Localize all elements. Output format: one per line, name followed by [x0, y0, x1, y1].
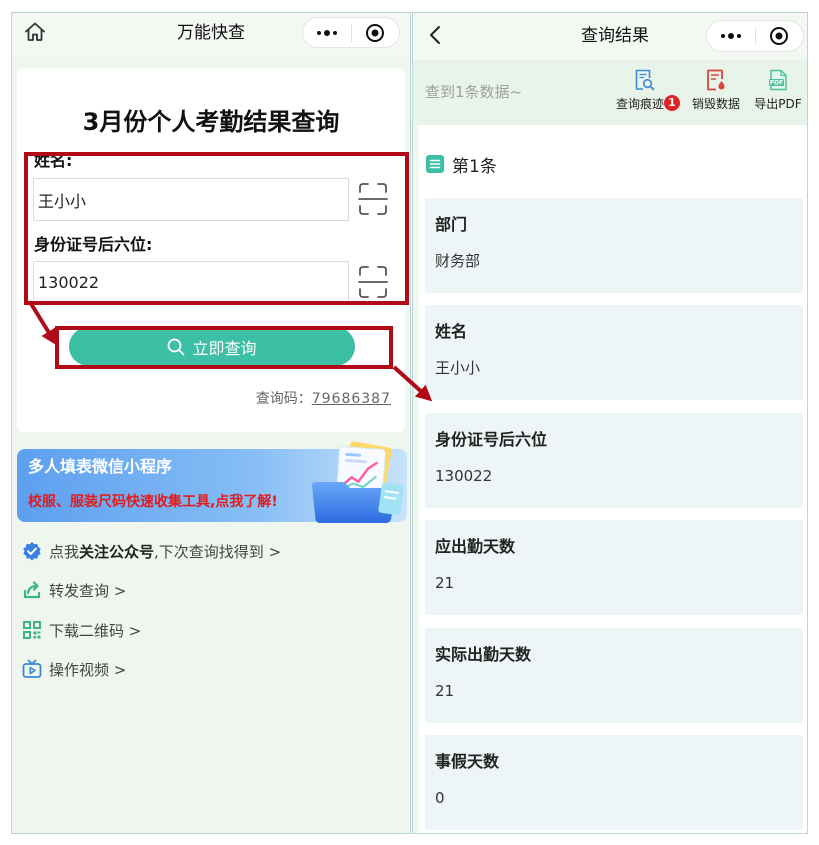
field-value: 21 — [435, 574, 455, 592]
result-field-department: 部门 财务部 — [425, 198, 803, 293]
record-circle-icon — [770, 27, 789, 45]
field-label: 事假天数 — [435, 752, 500, 771]
name-input[interactable] — [33, 178, 349, 221]
forward-query-link[interactable]: 转发查询 > — [22, 578, 126, 602]
qr-code-icon — [22, 620, 42, 640]
query-result-screen: 查询结果 查到1条数据~ 查询痕迹 1 销毁数据 PDF 导出PDF 第1条 部… — [412, 12, 808, 834]
field-value: 财务部 — [435, 252, 481, 270]
field-label: 身份证号后六位 — [435, 430, 548, 449]
close-mini-program-button[interactable] — [756, 21, 804, 51]
download-qr-code-link[interactable]: 下载二维码 > — [22, 618, 141, 642]
right-mini-program-capsule — [706, 20, 804, 52]
query-code: 查询码：79686387 — [256, 389, 391, 409]
field-label: 部门 — [435, 215, 468, 234]
share-icon — [22, 580, 42, 600]
scan-icon[interactable] — [358, 182, 388, 216]
result-field-personal-leave-days: 事假天数 0 — [425, 735, 803, 830]
left-nav-bar: 万能快查 — [12, 13, 410, 57]
export-pdf-label: 导出PDF — [754, 97, 802, 111]
id-last-six-input[interactable] — [33, 261, 349, 304]
tutorial-video-label: 操作视频 > — [49, 660, 127, 679]
video-icon — [22, 659, 42, 679]
right-nav-bar: 查询结果 — [413, 13, 807, 60]
more-dots-icon — [316, 29, 337, 36]
result-field-id-last-six: 身份证号后六位 130022 — [425, 413, 803, 508]
query-code-label: 查询码： — [255, 391, 312, 407]
folder-chart-illustration-icon — [308, 440, 408, 524]
field-label: 应出勤天数 — [435, 537, 516, 556]
destroy-data-label: 销毁数据 — [691, 97, 740, 111]
more-options-button[interactable] — [303, 18, 351, 47]
export-pdf-button[interactable]: PDF 导出PDF — [750, 67, 806, 119]
field-value: 王小小 — [435, 359, 481, 377]
forward-query-label: 转发查询 > — [49, 581, 127, 600]
query-code-value[interactable]: 79686387 — [312, 391, 391, 407]
field-value: 21 — [435, 682, 455, 700]
query-now-label: 立即查询 — [192, 338, 257, 358]
field-value: 0 — [435, 789, 445, 807]
export-pdf-icon: PDF — [767, 69, 789, 91]
follow-link-suffix: ,下次查询找得到 > — [154, 542, 282, 561]
result-field-required-days: 应出勤天数 21 — [425, 520, 803, 615]
more-options-button[interactable] — [707, 21, 755, 51]
follow-official-account-link[interactable]: 点我 关注公众号 ,下次查询找得到 > — [22, 539, 281, 563]
left-mini-program-capsule — [302, 17, 400, 48]
name-field-label: 姓名: — [34, 151, 73, 170]
query-history-button[interactable]: 查询痕迹 1 — [612, 67, 680, 119]
pdf-icon-lettering: PDF — [770, 80, 783, 87]
banner-subtitle: 校服、服装尺码快速收集工具,点我了解! — [28, 494, 278, 510]
record-title: 第1条 — [452, 156, 497, 177]
query-form-card: 3月份个人考勤结果查询 姓名: 身份证号后六位: 立即查询 查询码：796863… — [17, 68, 405, 432]
download-qr-code-label: 下载二维码 > — [49, 621, 142, 640]
close-mini-program-button[interactable] — [352, 18, 400, 47]
tutorial-video-link[interactable]: 操作视频 > — [22, 657, 126, 681]
banner-title: 多人填表微信小程序 — [28, 457, 173, 476]
query-form-screen: 万能快查 3月份个人考勤结果查询 姓名: 身份证号后六位: — [11, 12, 411, 834]
follow-link-bold: 关注公众号 — [79, 542, 155, 561]
record-header: 第1条 — [426, 151, 497, 177]
record-circle-icon — [366, 23, 385, 42]
more-dots-icon — [720, 33, 741, 39]
query-history-label: 查询痕迹 — [615, 97, 664, 111]
field-label: 实际出勤天数 — [435, 645, 532, 664]
scan-icon[interactable] — [358, 265, 388, 299]
result-summary: 查到1条数据~ — [425, 83, 523, 101]
field-value: 130022 — [435, 467, 493, 485]
query-now-button[interactable]: 立即查询 — [69, 327, 355, 366]
verified-badge-icon — [22, 541, 42, 561]
list-icon — [426, 155, 444, 173]
destroy-data-icon — [705, 69, 727, 91]
result-field-name: 姓名 王小小 — [425, 305, 803, 400]
result-toolbar: 查到1条数据~ 查询痕迹 1 销毁数据 PDF 导出PDF — [413, 60, 807, 125]
result-field-actual-days: 实际出勤天数 21 — [425, 628, 803, 723]
follow-link-prefix: 点我 — [49, 542, 80, 561]
composite-screenshot: 万能快查 3月份个人考勤结果查询 姓名: 身份证号后六位: — [0, 0, 819, 845]
search-icon — [167, 338, 185, 356]
query-history-badge: 1 — [664, 95, 680, 111]
form-title: 3月份个人考勤结果查询 — [82, 108, 340, 136]
field-label: 姓名 — [435, 322, 468, 341]
destroy-data-button[interactable]: 销毁数据 — [688, 67, 744, 119]
search-history-icon — [633, 69, 655, 91]
id-last-six-field-label: 身份证号后六位: — [34, 235, 153, 254]
result-record-card: 第1条 部门 财务部 姓名 王小小 身份证号后六位 130022 应出勤天数 2… — [419, 125, 807, 833]
